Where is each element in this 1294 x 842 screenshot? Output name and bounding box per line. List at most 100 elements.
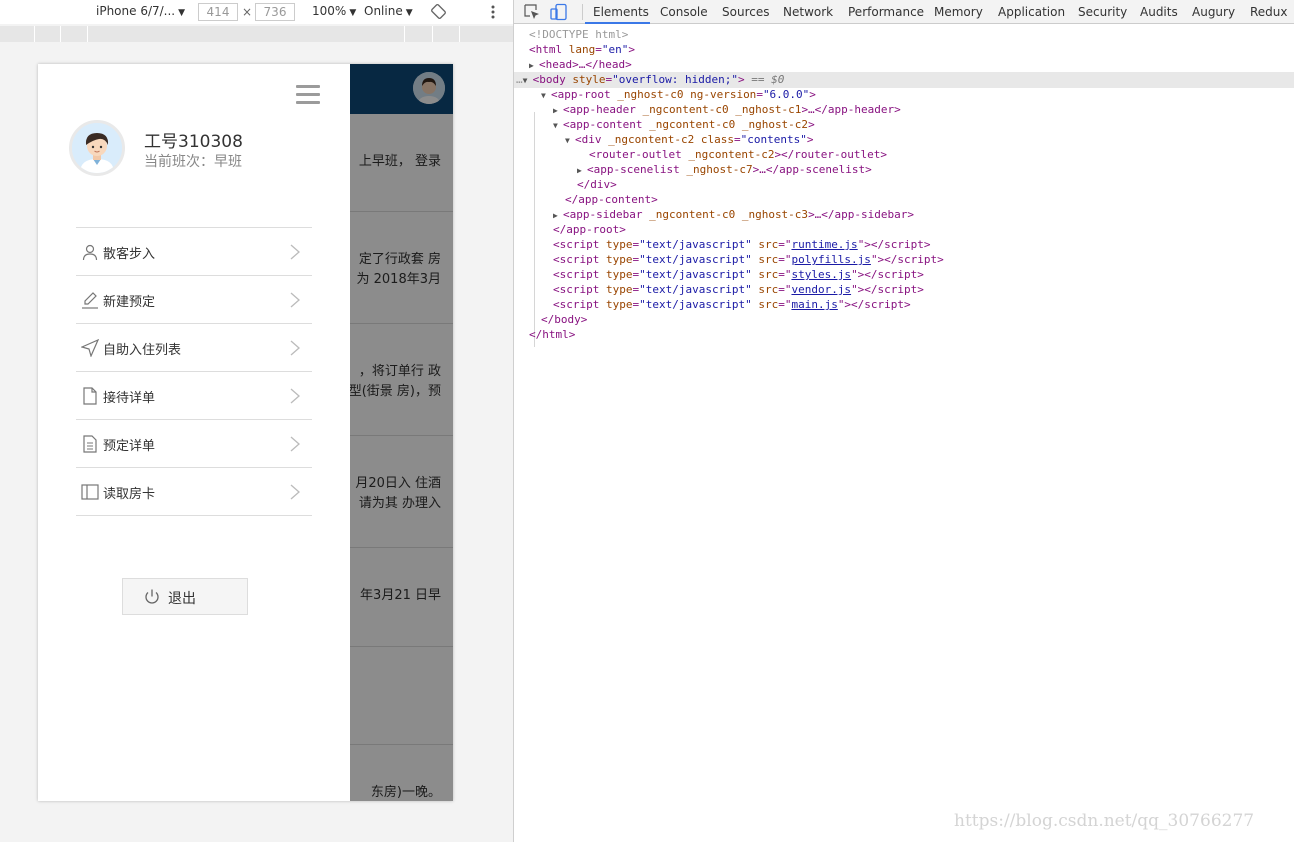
document-icon <box>83 387 97 405</box>
card-icon <box>81 484 99 500</box>
collapse-triangle-icon[interactable]: ▼ <box>565 133 575 148</box>
tab-elements[interactable]: Elements <box>593 5 649 19</box>
active-tab-indicator <box>585 22 650 24</box>
tab-network[interactable]: Network <box>783 5 833 19</box>
dom-node-script[interactable]: <script type="text/javascript" src="main… <box>553 297 911 312</box>
sidebar-item-self-checkin-list[interactable]: 自助入住列表 <box>76 324 312 372</box>
dom-node-div-contents[interactable]: ▼ <div _ngcontent-c2 class="contents"> <box>565 132 813 148</box>
device-toolbar-toggle-icon[interactable] <box>550 3 568 21</box>
dom-node-app-root[interactable]: ▼ <app-root _nghost-c0 ng-version="6.0.0"… <box>541 87 816 103</box>
dom-node-body-selected[interactable]: …▼ <body style="overflow: hidden;"> == $0 <box>514 72 1294 88</box>
caret-down-icon: ▼ <box>405 8 413 18</box>
screen: iPhone 6/7/... ▼ 414 × 736 100% ▼ Online ▼ <box>0 0 1294 842</box>
sidebar: 工号310308 当前班次：早班 散客步入 新建预定 自助入住列表 接待详单 预… <box>38 64 350 801</box>
network-throttle-select[interactable]: Online ▼ <box>364 4 413 18</box>
script-src-link[interactable]: styles.js <box>791 268 851 281</box>
tab-redux[interactable]: Redux <box>1250 5 1288 19</box>
sidebar-item-label: 新建预定 <box>103 295 156 310</box>
chevron-right-icon <box>290 388 300 404</box>
sidebar-item-reservation-details[interactable]: 预定详单 <box>76 420 312 468</box>
sidebar-item-label: 散客步入 <box>103 247 156 262</box>
dom-node-div-close[interactable]: </div> <box>577 177 617 192</box>
user-icon <box>82 244 98 261</box>
dom-node-app-content-close[interactable]: </app-content> <box>565 192 658 207</box>
dimension-times-sign: × <box>242 5 253 19</box>
chevron-right-icon <box>290 484 300 500</box>
sidebar-item-label: 接待详单 <box>103 391 156 406</box>
dom-node-doctype[interactable]: <!DOCTYPE html> <box>529 27 628 42</box>
media-query-ruler[interactable] <box>0 26 513 42</box>
dom-node-body-close[interactable]: </body> <box>541 312 587 327</box>
pencil-icon <box>82 292 98 309</box>
expand-triangle-icon[interactable]: ▶ <box>553 103 563 118</box>
caret-down-icon: ▼ <box>178 8 186 18</box>
dom-node-app-root-close[interactable]: </app-root> <box>553 222 626 237</box>
more-options-icon[interactable] <box>490 5 496 19</box>
devtools-tab-bar: Elements Console Sources Network Perform… <box>514 0 1294 24</box>
expand-triangle-icon[interactable]: ▶ <box>553 208 563 223</box>
dom-node-app-scenelist[interactable]: ▶ <app-scenelist _nghost-c7>…</app-scenel… <box>577 162 872 178</box>
dom-node-router-outlet[interactable]: <router-outlet _ngcontent-c2></router-ou… <box>589 147 887 162</box>
power-icon <box>145 589 159 604</box>
script-src-link[interactable]: runtime.js <box>791 238 857 251</box>
chevron-right-icon <box>290 244 300 260</box>
rotate-icon[interactable] <box>431 4 446 19</box>
logout-label: 退出 <box>168 591 196 607</box>
expand-triangle-icon[interactable]: ▶ <box>529 58 539 73</box>
expand-triangle-icon[interactable]: ▶ <box>577 163 587 178</box>
logout-button[interactable]: 退出 <box>122 578 248 615</box>
navigation-arrow-icon <box>81 339 99 357</box>
user-avatar <box>69 120 125 176</box>
device-select[interactable]: iPhone 6/7/... ▼ <box>96 4 185 18</box>
sidebar-item-walk-in[interactable]: 散客步入 <box>76 228 312 276</box>
tab-security[interactable]: Security <box>1078 5 1127 19</box>
inspect-element-icon[interactable] <box>523 3 541 21</box>
tab-memory[interactable]: Memory <box>934 5 983 19</box>
dom-node-app-header[interactable]: ▶ <app-header _ngcontent-c0 _nghost-c1>…<… <box>553 102 901 118</box>
collapse-triangle-icon[interactable]: ▼ <box>553 118 563 133</box>
watermark: https://blog.csdn.net/qq_30766277 <box>954 811 1255 831</box>
dom-node-script[interactable]: <script type="text/javascript" src="poly… <box>553 252 944 267</box>
device-width-input[interactable]: 414 <box>198 3 238 21</box>
tab-augury[interactable]: Augury <box>1192 5 1235 19</box>
chevron-right-icon <box>290 292 300 308</box>
dom-node-script[interactable]: <script type="text/javascript" src="vend… <box>553 282 924 297</box>
tab-performance[interactable]: Performance <box>848 5 924 19</box>
caret-down-icon: ▼ <box>349 8 357 18</box>
device-toolbar: iPhone 6/7/... ▼ 414 × 736 100% ▼ Online ▼ <box>0 0 513 24</box>
script-src-link[interactable]: main.js <box>791 298 837 311</box>
dom-node-head[interactable]: ▶ <head>…</head> <box>529 57 632 73</box>
sidebar-item-label: 预定详单 <box>103 439 156 454</box>
avatar-icon <box>72 123 122 173</box>
dom-node-script[interactable]: <script type="text/javascript" src="styl… <box>553 267 924 282</box>
device-height-input[interactable]: 736 <box>255 3 295 21</box>
current-shift: 当前班次：早班 <box>144 154 242 170</box>
dom-node-app-sidebar[interactable]: ▶ <app-sidebar _ngcontent-c0 _nghost-c3>…… <box>553 207 914 223</box>
chevron-right-icon <box>290 436 300 452</box>
script-src-link[interactable]: vendor.js <box>791 283 851 296</box>
document-lines-icon <box>83 435 97 453</box>
sidebar-item-read-room-card[interactable]: 读取房卡 <box>76 468 312 516</box>
zoom-select[interactable]: 100% ▼ <box>312 4 356 18</box>
dom-node-html-close[interactable]: </html> <box>529 327 575 342</box>
collapse-triangle-icon[interactable]: ▼ <box>541 88 551 103</box>
sidebar-item-new-reservation[interactable]: 新建预定 <box>76 276 312 324</box>
script-src-link[interactable]: polyfills.js <box>791 253 870 266</box>
tab-audits[interactable]: Audits <box>1140 5 1178 19</box>
dom-node-app-content[interactable]: ▼ <app-content _ngcontent-c0 _nghost-c2> <box>553 117 815 133</box>
device-emulation-pane: iPhone 6/7/... ▼ 414 × 736 100% ▼ Online ▼ <box>0 0 513 842</box>
tab-application[interactable]: Application <box>998 5 1065 19</box>
dom-node-script[interactable]: <script type="text/javascript" src="runt… <box>553 237 931 252</box>
sidebar-item-label: 自助入住列表 <box>103 343 182 358</box>
sidebar-item-label: 读取房卡 <box>103 487 156 502</box>
collapse-triangle-icon[interactable]: ▼ <box>523 73 533 88</box>
device-viewport: 上早班， 登录 定了行政套 房 为 2018年3月 ，将订单行 政 型(街景 房… <box>38 64 453 801</box>
devtools-panel: Elements Console Sources Network Perform… <box>513 0 1294 842</box>
tab-sources[interactable]: Sources <box>722 5 769 19</box>
hamburger-menu-icon[interactable] <box>296 85 320 105</box>
sidebar-item-reception-details[interactable]: 接待详单 <box>76 372 312 420</box>
tree-guide-line <box>534 112 535 347</box>
dom-node-html[interactable]: <html lang="en"> <box>529 42 635 57</box>
employee-number: 工号310308 <box>144 132 243 152</box>
tab-console[interactable]: Console <box>660 5 708 19</box>
